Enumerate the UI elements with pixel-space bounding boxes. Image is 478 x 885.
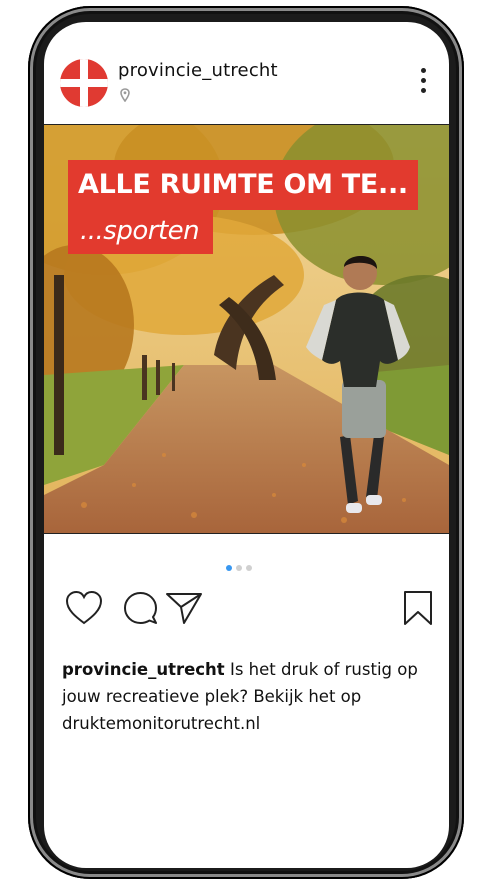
post-image[interactable]: ALLE RUIMTE OM TE... ...sporten bbox=[44, 124, 449, 534]
carousel-indicator bbox=[226, 556, 256, 571]
banner-headline: ALLE RUIMTE OM TE... bbox=[68, 160, 418, 210]
more-options-icon[interactable] bbox=[418, 68, 428, 98]
bookmark-icon[interactable] bbox=[398, 588, 438, 628]
comment-icon[interactable] bbox=[120, 588, 160, 628]
avatar[interactable] bbox=[60, 59, 108, 107]
carousel-dot-active bbox=[226, 565, 232, 571]
location-pin-icon[interactable] bbox=[120, 88, 130, 102]
post-caption: provincie_utrecht Is het druk of rustig … bbox=[62, 656, 440, 737]
heart-icon[interactable] bbox=[64, 588, 104, 628]
post-actions bbox=[64, 588, 434, 628]
post-username[interactable]: provincie_utrecht bbox=[118, 60, 278, 81]
caption-username[interactable]: provincie_utrecht bbox=[62, 660, 225, 679]
carousel-dot bbox=[246, 565, 252, 571]
banner-subline: ...sporten bbox=[68, 210, 214, 254]
phone-screen: provincie_utrecht ALLE RUIMTE OM TE... .… bbox=[44, 22, 449, 868]
post-header: provincie_utrecht bbox=[44, 22, 449, 124]
carousel-dot bbox=[236, 565, 242, 571]
share-icon[interactable] bbox=[164, 588, 204, 628]
